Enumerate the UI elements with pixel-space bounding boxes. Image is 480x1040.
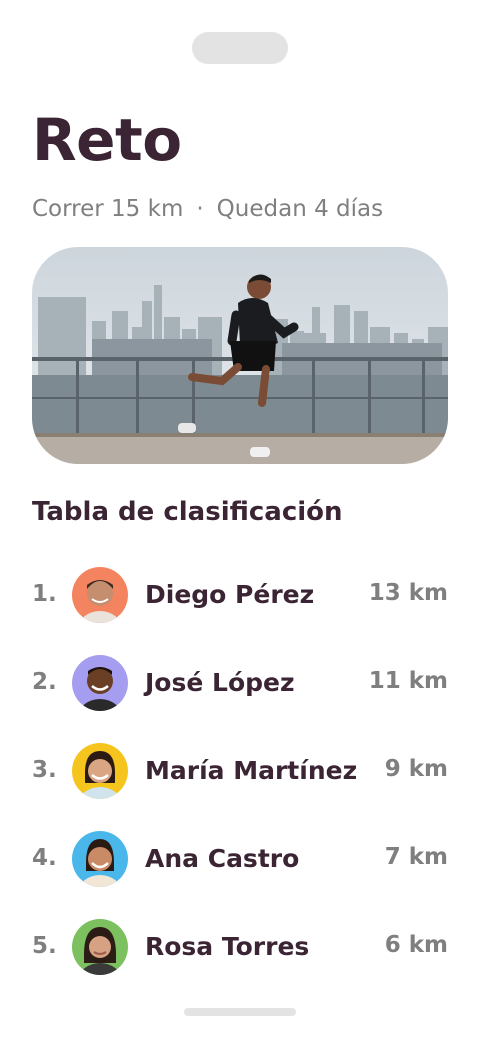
participant-name: José López: [145, 668, 295, 697]
separator-dot: ·: [196, 196, 204, 222]
page-title: Reto: [32, 106, 182, 174]
person-avatar-icon: [72, 743, 128, 799]
avatar: [72, 831, 128, 887]
rank-number: 2.: [32, 669, 57, 695]
avatar: [72, 655, 128, 711]
leaderboard-row[interactable]: 5. Rosa Torres 6 km: [32, 919, 448, 977]
person-avatar-icon: [72, 567, 128, 623]
participant-distance: 11 km: [368, 668, 448, 694]
person-avatar-icon: [72, 831, 128, 887]
challenge-goal: Correr 15 km: [32, 196, 184, 222]
leaderboard-row[interactable]: 1. Diego Pérez 13 km: [32, 567, 448, 625]
participant-name: María Martínez: [145, 756, 358, 785]
avatar: [72, 743, 128, 799]
person-avatar-icon: [72, 919, 128, 975]
participant-distance: 6 km: [384, 932, 448, 958]
home-indicator[interactable]: [184, 1008, 296, 1016]
participant-distance: 13 km: [368, 580, 448, 606]
leaderboard-row[interactable]: 2. José López 11 km: [32, 655, 448, 713]
hero-image: [32, 247, 448, 464]
days-remaining: Quedan 4 días: [216, 196, 384, 222]
runner-city-skyline-photo: [32, 247, 448, 464]
person-avatar-icon: [72, 655, 128, 711]
leaderboard-title: Tabla de clasificación: [32, 497, 343, 527]
leaderboard-row[interactable]: 4. Ana Castro 7 km: [32, 831, 448, 889]
participant-name: Ana Castro: [145, 844, 300, 873]
participant-distance: 9 km: [384, 756, 448, 782]
leaderboard-row[interactable]: 3. María Martínez 9 km: [32, 743, 448, 801]
participant-name: Rosa Torres: [145, 932, 310, 961]
rank-number: 5.: [32, 933, 57, 959]
dynamic-island: [192, 32, 288, 64]
participant-distance: 7 km: [384, 844, 448, 870]
avatar: [72, 567, 128, 623]
challenge-summary: Correr 15 km · Quedan 4 días: [32, 196, 383, 222]
avatar: [72, 919, 128, 975]
rank-number: 3.: [32, 757, 57, 783]
rank-number: 4.: [32, 845, 57, 871]
participant-name: Diego Pérez: [145, 580, 315, 609]
rank-number: 1.: [32, 581, 57, 607]
